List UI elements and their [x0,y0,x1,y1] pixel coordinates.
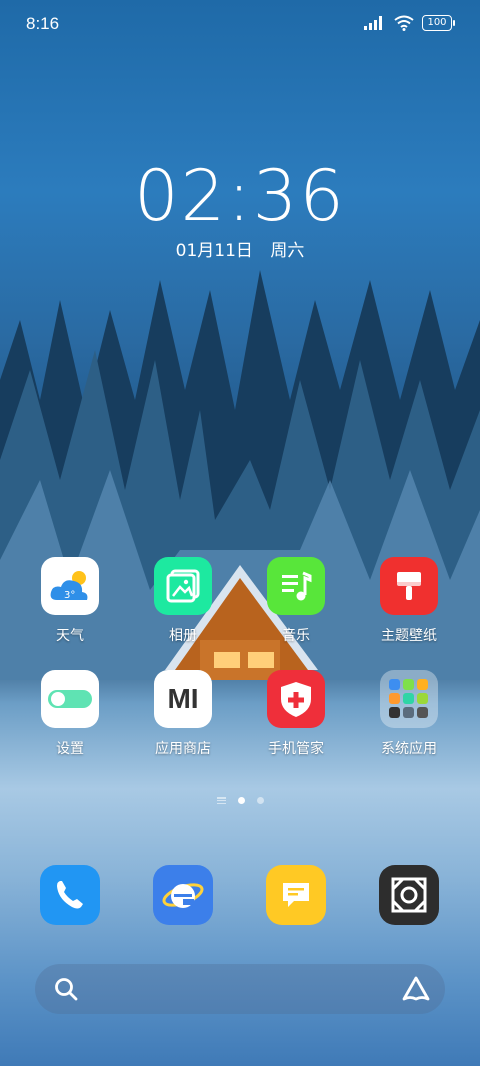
settings-toggle-icon [41,670,99,728]
page-list-indicator[interactable] [216,797,226,804]
app-settings[interactable]: 设置 [15,670,125,758]
app-label: 设置 [56,741,84,757]
page-dot-active[interactable] [237,797,245,804]
music-icon [267,557,325,615]
dock-phone[interactable] [15,865,125,925]
signal-icon [364,16,382,30]
assistant-icon[interactable] [401,975,431,1003]
messages-icon [266,865,326,925]
dock-browser[interactable] [128,865,238,925]
app-label: 系统应用 [381,741,437,757]
app-theme[interactable]: 主题壁纸 [354,557,464,645]
theme-icon [380,557,438,615]
status-icons: 100 [364,15,455,31]
phone-icon [40,865,100,925]
gallery-icon [154,557,212,615]
app-label: 天气 [56,628,84,644]
svg-text:3°: 3° [64,590,75,601]
wifi-icon [394,15,414,31]
clock-date: 01月11日 周六 [0,236,480,261]
camera-icon [379,865,439,925]
browser-icon [153,865,213,925]
home-screen: 8:16 100 02:36 01月11日 周六 3° 天气 相册 音乐 主题壁… [0,0,480,1066]
app-label: 应用商店 [155,741,211,757]
app-music[interactable]: 音乐 [241,557,351,645]
weekday-text: 周六 [270,241,305,261]
status-time: 8:16 [26,14,60,33]
clock-time[interactable]: 02:36 [0,155,480,237]
search-icon [55,978,78,1001]
weather-icon: 3° [41,557,99,615]
security-shield-icon [267,670,325,728]
app-security[interactable]: 手机管家 [241,670,351,758]
app-system-folder[interactable]: 系统应用 [354,670,464,758]
mi-store-icon: MI [154,670,212,728]
app-store[interactable]: MI 应用商店 [128,670,238,758]
status-bar: 8:16 100 [0,0,480,50]
app-weather[interactable]: 3° 天气 [15,557,125,645]
app-label: 手机管家 [268,741,324,757]
page-indicator [0,797,480,804]
app-label: 相册 [169,628,197,644]
dock-camera[interactable] [354,865,464,925]
app-label: 音乐 [282,628,310,644]
app-label: 主题壁纸 [381,628,437,644]
page-dot[interactable] [256,797,264,804]
battery-icon: 100 [422,15,455,31]
date-text: 01月11日 [175,241,253,261]
dock-messages[interactable] [241,865,351,925]
search-bar[interactable] [35,964,445,1014]
app-gallery[interactable]: 相册 [128,557,238,645]
folder-icon [380,670,438,728]
